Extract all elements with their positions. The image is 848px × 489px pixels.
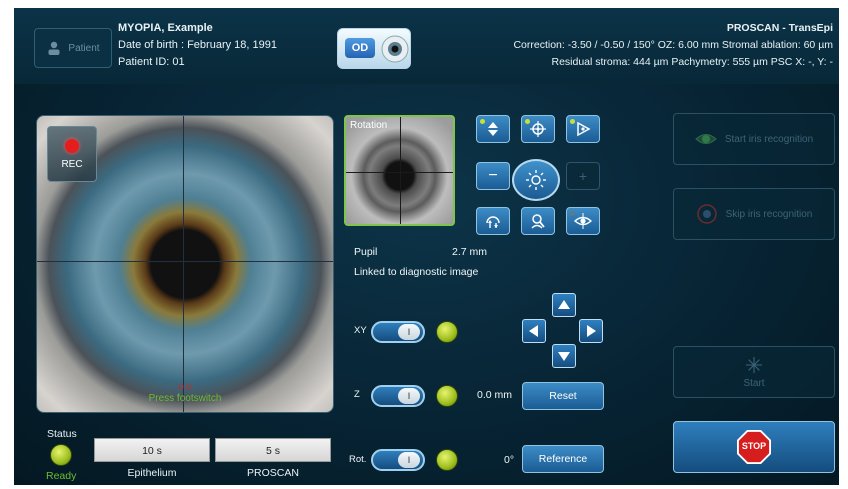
fixation-button[interactable] xyxy=(566,115,600,143)
arrow-left-icon xyxy=(529,325,538,337)
record-label: REC xyxy=(61,159,83,170)
height-adjust-led xyxy=(480,119,485,124)
eye-icon xyxy=(381,35,409,63)
xy-status-led xyxy=(436,321,458,343)
plus-icon: + xyxy=(578,168,588,184)
z-label: Z xyxy=(354,389,360,400)
header: Patient MYOPIA, Example Date of birth : … xyxy=(14,8,839,84)
proscan-time: 5 s xyxy=(215,438,331,462)
reference-button[interactable]: Reference xyxy=(522,445,604,473)
eye-tracking-button[interactable] xyxy=(566,207,600,235)
treatment-line-1: Correction: -3.50 / -0.50 / 150° OZ: 6.0… xyxy=(513,39,833,51)
start-label: Start xyxy=(743,377,765,389)
move-left-button[interactable] xyxy=(522,319,546,343)
press-footswitch-text: Press footswitch xyxy=(148,393,222,404)
xy-label: XY xyxy=(354,325,367,336)
patient-info: MYOPIA, Example Date of birth : February… xyxy=(118,20,277,71)
laser-console-screen: Patient MYOPIA, Example Date of birth : … xyxy=(14,8,839,485)
illumination-decrease-button[interactable]: − xyxy=(476,162,510,190)
skip-iris-recognition-button[interactable]: Skip iris recognition xyxy=(673,188,835,240)
start-iris-label: Start iris recognition xyxy=(724,133,814,145)
move-right-button[interactable] xyxy=(579,319,603,343)
centering-led xyxy=(525,119,530,124)
up-down-arrow-icon xyxy=(488,122,498,136)
target-icon xyxy=(530,121,546,137)
z-toggle[interactable]: I xyxy=(371,385,425,407)
record-icon xyxy=(65,139,79,153)
rotation-image[interactable]: Rotation xyxy=(344,115,455,226)
iris-skip-icon xyxy=(696,204,717,224)
rot-toggle[interactable]: I xyxy=(371,449,425,471)
crosshair-horizontal xyxy=(37,261,333,262)
linked-diagnostic-text: Linked to diagnostic image xyxy=(354,266,479,278)
date-of-birth: Date of birth : February 18, 1991 xyxy=(118,39,277,51)
eye-select-button[interactable]: OD xyxy=(337,28,411,69)
record-button[interactable]: REC xyxy=(47,126,97,182)
z-value: 0.0 mm xyxy=(477,389,513,401)
stop-button[interactable]: STOP xyxy=(673,421,835,473)
treatment-info: PROSCAN - TransEpi Correction: -3.50 / -… xyxy=(513,20,833,71)
crosshair-vertical xyxy=(183,116,184,412)
treatment-line-2: Residual stroma: 444 µm Pachymetry: 555 … xyxy=(551,56,833,68)
skip-iris-label: Skip iris recognition xyxy=(725,208,813,220)
fixation-icon xyxy=(577,121,591,137)
patient-name: MYOPIA, Example xyxy=(118,22,213,34)
patient-id: Patient ID: 01 xyxy=(118,56,185,68)
status-label: Status xyxy=(47,428,77,440)
rotation-crosshair-vertical xyxy=(400,117,401,224)
rotation-label: Rotation xyxy=(350,120,388,131)
pupil-value: 2.7 mm xyxy=(452,246,488,258)
footswitch-indicator: 0 0 xyxy=(178,382,192,392)
arrow-right-icon xyxy=(587,325,596,337)
patient-button-label: Patient xyxy=(68,42,100,54)
fixation-led xyxy=(570,119,575,124)
live-eye-video: REC 0 0 Press footswitch xyxy=(36,115,334,413)
move-up-button[interactable] xyxy=(552,293,576,317)
rot-label: Rot. xyxy=(349,454,367,465)
z-status-led xyxy=(436,385,458,407)
xy-toggle-knob: I xyxy=(398,324,420,340)
arrow-up-icon xyxy=(558,300,570,309)
z-toggle-knob: I xyxy=(398,388,420,404)
patient-button[interactable]: Patient xyxy=(34,28,112,68)
patient-icon xyxy=(48,41,60,55)
iris-eye-icon xyxy=(695,134,717,144)
rotation-adjust-button[interactable] xyxy=(476,207,510,235)
eye-tracker-icon xyxy=(574,213,592,229)
sun-icon xyxy=(526,170,546,190)
reset-button[interactable]: Reset xyxy=(522,382,604,410)
arrow-down-icon xyxy=(558,352,570,361)
pupil-label: Pupil xyxy=(354,246,378,258)
illumination-increase-button[interactable]: + xyxy=(566,162,600,190)
start-button[interactable]: Start xyxy=(673,346,835,398)
centering-button[interactable] xyxy=(521,115,555,143)
rot-toggle-knob: I xyxy=(398,452,420,468)
stop-label: STOP xyxy=(741,441,767,451)
epithelium-label: Epithelium xyxy=(127,467,177,479)
patient-position-button[interactable] xyxy=(521,207,555,235)
eye-select-label: OD xyxy=(345,38,375,58)
epithelium-time: 10 s xyxy=(94,438,210,462)
height-adjust-button[interactable] xyxy=(476,115,510,143)
rot-status-led xyxy=(436,449,458,471)
rotation-icon xyxy=(486,216,500,228)
status-led xyxy=(50,444,72,466)
eye-tracking-led xyxy=(570,211,575,216)
illumination-button[interactable] xyxy=(512,159,560,201)
status-state: Ready xyxy=(46,470,77,482)
rot-value: 0° xyxy=(504,454,515,466)
proscan-label: PROSCAN xyxy=(247,467,299,479)
start-iris-recognition-button[interactable]: Start iris recognition xyxy=(673,113,835,165)
xy-toggle[interactable]: I xyxy=(371,321,425,343)
treatment-title: PROSCAN - TransEpi xyxy=(726,22,833,34)
person-search-icon xyxy=(531,214,545,229)
minus-icon: − xyxy=(488,167,498,184)
move-down-button[interactable] xyxy=(552,344,576,368)
laser-burst-icon xyxy=(745,356,763,373)
